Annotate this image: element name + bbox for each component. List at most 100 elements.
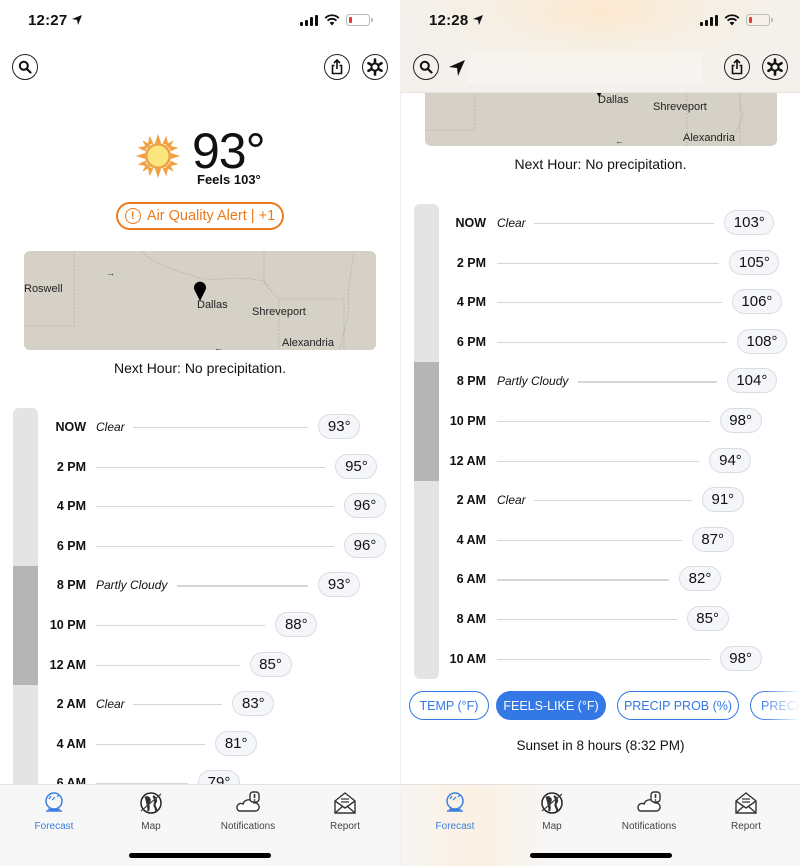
envelope-icon <box>331 789 359 817</box>
settings-button[interactable] <box>762 54 788 80</box>
tab-report[interactable]: Report <box>300 789 390 837</box>
air-quality-alert-button[interactable]: ! Air Quality Alert | +1 <box>116 202 284 230</box>
hourly-row[interactable]: NOW Clear 103° <box>401 208 800 238</box>
map-label-roswell: Roswell <box>24 283 63 295</box>
hour-condition: Clear <box>96 697 125 712</box>
hour-condition: Clear <box>497 493 526 508</box>
hour-value-pill: 82° <box>679 566 721 592</box>
search-button[interactable] <box>413 54 439 80</box>
hour-trend-line <box>96 545 334 548</box>
hour-trend-line <box>497 302 722 304</box>
screen-left: 12:27 93° Feels 103° ! Air Quality Alert… <box>0 0 400 866</box>
hour-trend-line <box>96 664 240 666</box>
hourly-row[interactable]: 8 PM Partly Cloudy 93° <box>0 570 400 600</box>
radar-map[interactable]: Roswell Dallas Shreveport Alexandria → ← <box>24 251 376 350</box>
home-indicator <box>530 853 672 858</box>
hourly-row[interactable]: 4 PM 106° <box>401 287 800 317</box>
hour-time: 4 PM <box>56 499 86 514</box>
hour-trend-line <box>96 625 266 627</box>
hour-time: 10 PM <box>49 618 86 632</box>
next-hour-summary: Next Hour: No precipitation. <box>114 360 286 376</box>
tab-notifications[interactable]: Notifications <box>604 789 694 837</box>
hour-value-pill: 106° <box>731 289 782 315</box>
hour-time: 6 PM <box>456 334 486 349</box>
hour-value-pill: 93° <box>318 572 361 598</box>
hourly-row[interactable]: 10 PM 88° <box>0 610 400 640</box>
hour-value-pill: 85° <box>686 606 729 631</box>
status-time: 12:27 <box>28 12 83 29</box>
metric-chip-feels-like-f[interactable]: FEELS-LIKE (°F) <box>496 691 606 720</box>
hourly-row[interactable]: 6 AM 82° <box>401 564 800 594</box>
tab-forecast[interactable]: Forecast <box>9 789 99 837</box>
location-name-field[interactable] <box>48 53 306 93</box>
current-location-button[interactable] <box>447 58 467 78</box>
hourly-row[interactable]: 2 AM Clear 83° <box>0 689 400 719</box>
hour-trend-line <box>497 539 682 542</box>
hourly-row[interactable]: 12 AM 94° <box>401 446 800 476</box>
hour-condition: Partly Cloudy <box>96 578 168 593</box>
cellular-signal-icon <box>700 14 718 26</box>
hour-time: 2 PM <box>456 255 486 270</box>
hourly-row[interactable]: 4 PM 96° <box>0 491 400 521</box>
wifi-icon <box>724 14 740 26</box>
alert-label: Air Quality Alert | +1 <box>146 208 276 224</box>
clock-text: 12:28 <box>429 12 469 29</box>
hourly-row[interactable]: NOW Clear 93° <box>0 412 400 442</box>
search-button[interactable] <box>12 54 38 80</box>
hour-trend-line <box>534 500 692 502</box>
hourly-row[interactable]: 6 PM 108° <box>401 327 800 357</box>
metric-chip-temp-f[interactable]: TEMP (°F) <box>409 691 489 720</box>
battery-icon <box>346 14 373 26</box>
map-label-alexandria: Alexandria <box>683 132 735 144</box>
tab-label: Forecast <box>34 821 74 832</box>
gear-icon <box>367 58 383 76</box>
tab-forecast[interactable]: Forecast <box>410 789 500 837</box>
hourly-row[interactable]: 10 AM 98° <box>401 644 800 674</box>
hour-value-pill: 105° <box>729 249 780 275</box>
hour-trend-line <box>497 579 669 581</box>
tab-map[interactable]: Map <box>507 789 597 837</box>
hourly-row[interactable]: 2 PM 105° <box>401 248 800 278</box>
globe-icon <box>538 789 566 817</box>
gear-icon <box>767 58 783 76</box>
hour-trend-line <box>177 585 309 587</box>
settings-button[interactable] <box>362 54 388 80</box>
hour-time: 2 PM <box>56 459 86 474</box>
hour-condition: Clear <box>497 216 526 230</box>
tab-bar: Forecast Map Notifications Report <box>0 784 400 866</box>
metric-chip-precip-prob[interactable]: PRECIP PROB (%) <box>617 691 739 720</box>
tab-map[interactable]: Map <box>106 789 196 837</box>
hourly-row[interactable]: 2 PM 95° <box>0 452 400 482</box>
hour-condition: Clear <box>96 420 125 434</box>
hour-time: 10 AM <box>449 651 486 666</box>
share-button[interactable] <box>324 54 350 80</box>
hour-value-pill: 104° <box>726 368 777 394</box>
location-name-field[interactable] <box>468 53 702 83</box>
hourly-row[interactable]: 8 AM 85° <box>401 604 800 634</box>
sunset-info: Sunset in 8 hours (8:32 PM) <box>516 738 685 753</box>
hourly-row[interactable]: 4 AM 87° <box>401 525 800 555</box>
hour-trend-line <box>133 704 223 706</box>
hour-time: 2 AM <box>56 697 86 712</box>
current-conditions: 93° Feels 103° <box>0 123 400 194</box>
hour-time: 8 PM <box>56 578 86 593</box>
tab-label: Map <box>141 821 161 832</box>
map-label-alexandria: Alexandria <box>282 337 334 349</box>
hourly-row[interactable]: 10 PM 98° <box>401 406 800 436</box>
hour-value-pill: 103° <box>724 210 775 235</box>
hourly-row[interactable]: 2 AM Clear 91° <box>401 485 800 515</box>
hour-value-pill: 93° <box>318 414 361 439</box>
hour-time: 8 AM <box>456 612 486 626</box>
location-arrow-icon <box>72 15 83 25</box>
hourly-row[interactable]: 4 AM 81° <box>0 729 400 759</box>
hour-trend-line <box>96 506 334 508</box>
tab-report[interactable]: Report <box>701 789 791 837</box>
envelope-icon <box>732 789 760 817</box>
share-button[interactable] <box>724 54 750 80</box>
hourly-row[interactable]: 8 PM Partly Cloudy 104° <box>401 366 800 396</box>
status-indicators <box>300 14 373 26</box>
hourly-row[interactable]: 6 PM 96° <box>0 531 400 561</box>
hour-value-pill: 108° <box>737 328 787 354</box>
tab-notifications[interactable]: Notifications <box>203 789 293 837</box>
hourly-row[interactable]: 12 AM 85° <box>0 650 400 680</box>
